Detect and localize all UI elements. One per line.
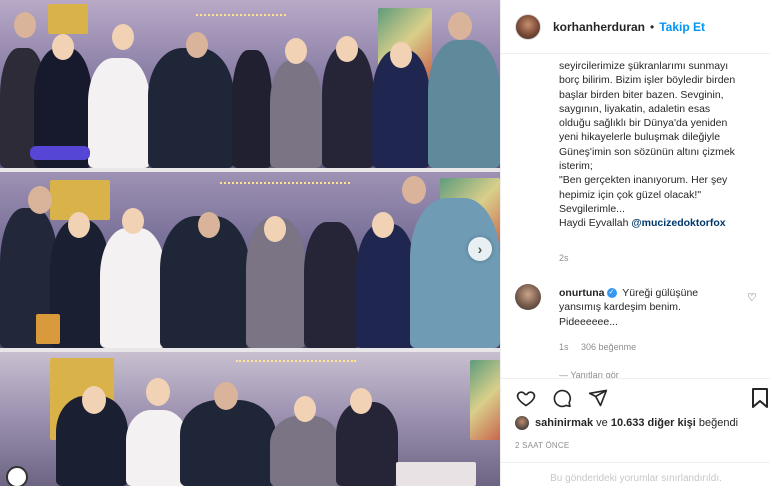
comments-limited-notice: Bu gönderideki yorumlar sınırlandırıldı. — [501, 462, 770, 486]
likes-text: ve — [593, 417, 611, 429]
group-photo-1 — [0, 0, 500, 168]
post-timestamp[interactable]: 2 SAAT ÖNCE — [515, 441, 569, 450]
heart-icon[interactable] — [515, 387, 537, 409]
user-tag-icon[interactable] — [6, 466, 28, 486]
author-avatar[interactable] — [515, 13, 541, 40]
comment-meta: 1s 306 beğenme — [559, 342, 636, 352]
caption-line: seyircilerimize şükranlarımı sunmayı — [559, 60, 729, 72]
separator-dot: • — [650, 19, 655, 34]
caption-timestamp[interactable]: 2s — [559, 253, 569, 263]
likes-summary: sahinirmak ve 10.633 diğer kişi beğendi — [515, 416, 738, 430]
caption-line: borç bilirim. Bizim işler böyledir birde… — [559, 74, 736, 87]
caption-mention-link[interactable]: @mucizedoktorfox — [631, 217, 725, 229]
comment-icon[interactable] — [551, 387, 573, 409]
caption-line: olduğu sağlıklı bir Dünya'da yeniden — [559, 117, 728, 130]
post-header: korhanherduran • Takip Et — [501, 0, 770, 54]
comment-text: Yüreği gülüşüne — [619, 287, 699, 299]
caption-text: Haydi Eyvallah — [559, 217, 632, 230]
liker-avatar[interactable] — [515, 416, 529, 430]
comments-section[interactable]: seyircilerimize şükranlarımı sunmayı bor… — [501, 55, 770, 378]
caption-line: başlar birden biter bazen. Sevginin, — [559, 88, 724, 101]
group-photo-2 — [0, 172, 500, 348]
caption-line: yeni hikayelerle buluşmak dileğiyle — [559, 131, 721, 144]
likes-suffix: beğendi — [695, 417, 739, 429]
likes-count[interactable]: 10.633 diğer kişi — [611, 417, 696, 429]
commenter-username[interactable]: onurtuna — [559, 287, 605, 299]
comment-line: Pideeeeee... — [559, 315, 618, 328]
comment-line: onurtuna ✓ Yüreği gülüşüne — [559, 286, 737, 300]
liker-username[interactable]: sahinirmak — [535, 417, 593, 429]
caption-line: Sevgilerimle... — [559, 202, 625, 215]
photo-collage: › — [0, 0, 500, 486]
bookmark-icon[interactable] — [751, 388, 769, 408]
caption-line: hepimiz için çok güzel olacak!" — [559, 188, 702, 201]
verified-badge-icon: ✓ — [606, 287, 617, 298]
comment-body: onurtuna ✓ Yüreği gülüşüne yansımış karde… — [559, 286, 737, 329]
chevron-right-icon[interactable]: › — [468, 237, 492, 261]
caption-line: "Ben gerçekten inanıyorum. Her şey — [559, 174, 728, 187]
comment-like-heart-icon[interactable]: ♡ — [747, 291, 757, 304]
action-bar — [515, 386, 623, 410]
share-icon[interactable] — [587, 387, 609, 409]
group-photo-3 — [0, 352, 500, 486]
caption-line: Güneş'imin son sözünün altını çizmek — [559, 145, 735, 158]
comment-time[interactable]: 1s — [559, 342, 569, 352]
follow-button[interactable]: Takip Et — [659, 20, 705, 34]
view-replies-link[interactable]: — Yanıtları gör — [559, 370, 619, 378]
commenter-avatar[interactable] — [515, 284, 541, 310]
post-caption: seyircilerimize şükranlarımı sunmayı bor… — [559, 59, 759, 231]
post-panel: korhanherduran • Takip Et seyircilerimiz… — [500, 0, 770, 486]
comment-likes[interactable]: 306 beğenme — [581, 342, 636, 352]
caption-line: Haydi Eyvallah @mucizedoktorfox — [559, 216, 759, 230]
author-username[interactable]: korhanherduran — [553, 20, 645, 34]
comment-line: yansımış kardeşim benim. — [559, 301, 681, 314]
caption-line: isterim; — [559, 160, 593, 173]
divider — [501, 378, 770, 379]
caption-line: saygının, liyakatin, adaletin esas — [559, 102, 711, 115]
